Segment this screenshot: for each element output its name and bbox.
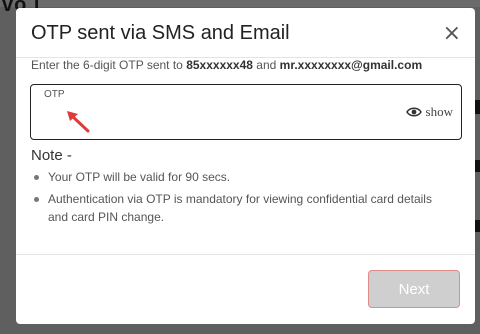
- next-button[interactable]: Next: [368, 270, 460, 308]
- eye-icon: [405, 107, 422, 117]
- pointer-arrow-icon: [67, 111, 90, 133]
- note-text: Your OTP will be valid for 90 secs.: [48, 170, 231, 184]
- modal-title: OTP sent via SMS and Email: [31, 22, 290, 44]
- instructions-prefix: Enter the 6-digit OTP sent to: [31, 58, 187, 72]
- instructions-mid: and: [252, 58, 280, 72]
- otp-field-label: OTP: [44, 89, 65, 100]
- otp-modal: OTP sent via SMS and Email × Enter the 6…: [16, 8, 475, 324]
- masked-email: mr.xxxxxxxx@gmail.com: [279, 58, 423, 72]
- show-password-toggle[interactable]: show: [405, 104, 453, 120]
- otp-input[interactable]: [43, 105, 387, 135]
- otp-instructions: Enter the 6-digit OTP sent to 85xxxxxx48…: [31, 58, 422, 72]
- list-item: Authentication via OTP is mandatory for …: [31, 190, 451, 226]
- bullet-icon: [34, 197, 39, 202]
- show-label: show: [425, 104, 453, 119]
- masked-phone: 85xxxxxx48: [186, 58, 253, 72]
- note-text: Authentication via OTP is mandatory for …: [48, 192, 432, 224]
- bullet-icon: [34, 175, 39, 180]
- list-item: Your OTP will be valid for 90 secs.: [31, 168, 451, 186]
- otp-field[interactable]: OTP show: [30, 84, 462, 140]
- notes-list: Your OTP will be valid for 90 secs. Auth…: [31, 168, 451, 230]
- note-heading: Note -: [31, 147, 72, 164]
- page-backdrop: vo i: [0, 0, 480, 16]
- close-icon[interactable]: ×: [443, 23, 461, 45]
- footer-divider: [16, 254, 475, 255]
